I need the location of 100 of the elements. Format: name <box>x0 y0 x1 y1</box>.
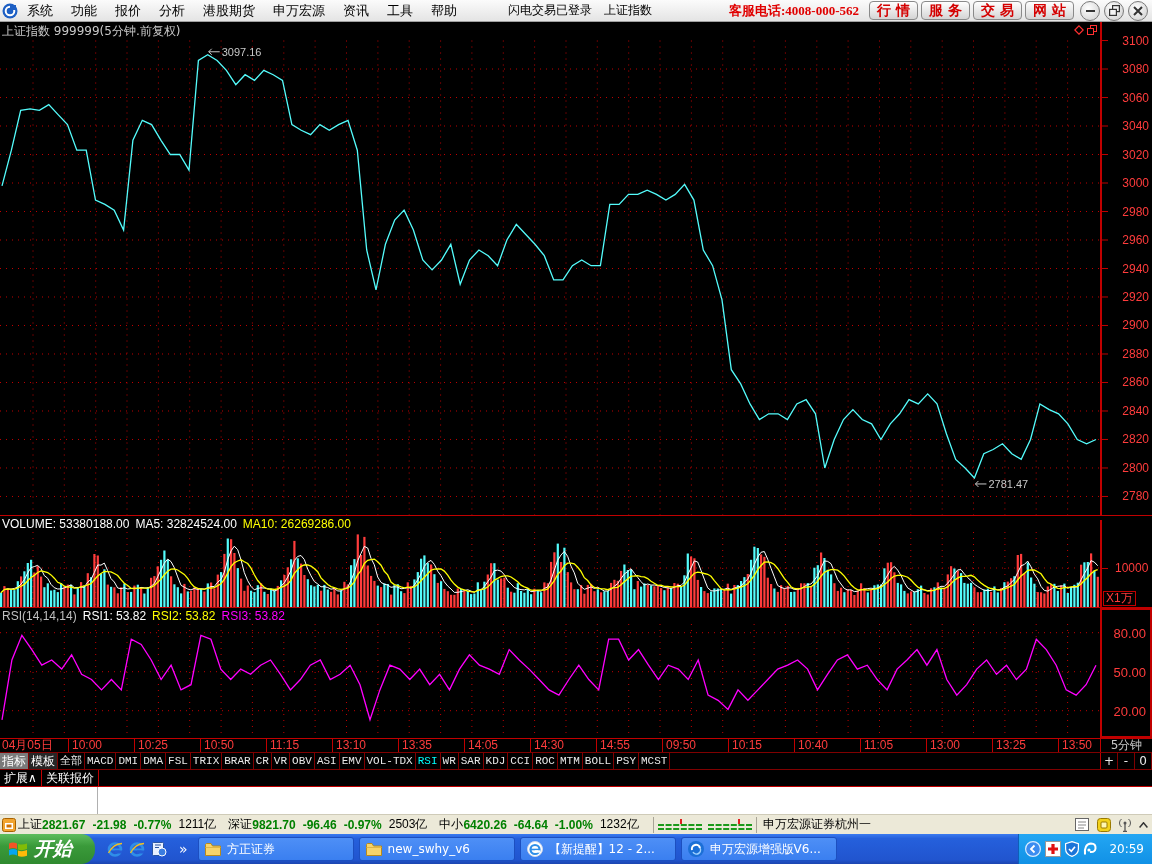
indicator-tab[interactable]: TRIX <box>190 753 223 769</box>
axis-label: 2900 <box>1122 318 1149 333</box>
mode-tab[interactable]: 模板 <box>29 753 58 769</box>
indicator-tab[interactable]: RSI <box>415 753 441 769</box>
indicator-tab[interactable]: ROC <box>533 753 558 769</box>
indicator-tab[interactable]: PSY <box>614 753 639 769</box>
time-label: 10:25 <box>138 739 169 752</box>
indicator-tab[interactable]: KDJ <box>483 753 509 769</box>
axis-label: 2800 <box>1122 461 1149 475</box>
indicator-tab[interactable]: DMA <box>141 753 167 769</box>
restore-button[interactable] <box>1104 0 1124 21</box>
indicator-tab[interactable]: ASI <box>314 753 340 769</box>
zoom-button[interactable]: 0 <box>1135 753 1152 769</box>
time-label: 14:55 <box>600 739 631 752</box>
indicator-tab[interactable]: EMV <box>339 753 365 769</box>
hotline-text: 客服电话:4008-000-562 <box>729 1 859 20</box>
task-button[interactable]: new_swhy_v6 <box>358 837 515 861</box>
axis-label: 50.00 <box>1113 664 1146 680</box>
index-percent: -0.77% <box>133 817 172 832</box>
shield-icon[interactable] <box>1065 841 1080 857</box>
index-price: 2821.67 <box>42 817 86 832</box>
axis-label: 2880 <box>1122 347 1149 361</box>
browser-icon[interactable] <box>129 841 145 857</box>
panel-tab[interactable]: 扩展∧ <box>0 770 42 786</box>
menu-item[interactable]: 港股期货 <box>194 0 264 21</box>
menu-item[interactable]: 帮助 <box>422 0 466 21</box>
indicator-tab[interactable]: CR <box>253 753 272 769</box>
indicator-tab[interactable]: BRAR <box>222 753 254 769</box>
minimize-button[interactable] <box>1080 0 1100 21</box>
task-button[interactable]: 方正证券 <box>197 837 354 861</box>
menu-item[interactable]: 工具 <box>378 0 422 21</box>
nav-button[interactable]: 服 务 <box>921 1 970 20</box>
time-label: 10:40 <box>798 739 829 752</box>
period-button[interactable]: 5分钟 <box>1100 739 1152 752</box>
index-turnover: 2503亿 <box>388 816 428 833</box>
indicator-tab[interactable]: MCST <box>639 753 671 769</box>
time-label: 04月05日 <box>2 739 53 752</box>
menu-item[interactable]: 报价 <box>106 0 150 21</box>
badge-icon[interactable] <box>1097 817 1111 832</box>
folder-icon <box>204 842 221 856</box>
time-label: 13:00 <box>930 739 961 752</box>
zoom-button[interactable]: + <box>1101 753 1118 769</box>
app-logo-icon[interactable] <box>2 2 18 19</box>
legend-text: VOLUME: 53380188.00 <box>2 517 130 531</box>
indicator-tab[interactable]: CCI <box>508 753 534 769</box>
tile-icon[interactable] <box>2 817 16 832</box>
indicator-tab[interactable]: WR <box>440 753 459 769</box>
menu-item[interactable]: 申万宏源 <box>264 0 334 21</box>
task-button[interactable]: 【新提醒】12 - 2... <box>519 837 676 861</box>
axis-label: 10000 <box>1115 561 1149 575</box>
notepad-icon[interactable] <box>1075 818 1089 831</box>
time-label: 09:50 <box>666 739 697 752</box>
indicator-tab[interactable]: DMI <box>116 753 142 769</box>
panel-tab[interactable]: 关联报价 <box>41 770 99 786</box>
menu-item[interactable]: 功能 <box>62 0 106 21</box>
caret-icon[interactable] <box>1139 821 1148 828</box>
more-button[interactable]: » <box>179 841 188 857</box>
start-button[interactable]: 开始 <box>0 834 95 864</box>
indicator-tab[interactable]: SAR <box>458 753 484 769</box>
nav-button[interactable]: 网 站 <box>1025 1 1074 20</box>
indicator-tab[interactable]: 全部 <box>58 753 85 769</box>
mode-tab[interactable]: 指标 <box>0 753 29 769</box>
browser-icon[interactable] <box>107 841 123 857</box>
time-label: 10:00 <box>72 739 103 752</box>
plus-icon[interactable] <box>1045 841 1062 857</box>
time-label: 11:15 <box>270 739 300 752</box>
axis-label: 80.00 <box>1113 625 1146 641</box>
swirl-icon[interactable] <box>1083 842 1098 856</box>
index-price: 6420.26 <box>463 817 507 832</box>
flag-icon <box>8 840 28 858</box>
document-icon[interactable] <box>151 841 167 857</box>
nav-button[interactable]: 行 情 <box>869 1 918 20</box>
axis-label: 2960 <box>1122 233 1149 247</box>
menu-item[interactable]: 分析 <box>150 0 194 21</box>
indicator-tab[interactable]: BOLL <box>582 753 615 769</box>
restore-icon[interactable] <box>1087 25 1097 35</box>
menu-item[interactable]: 系统 <box>18 0 62 21</box>
time-label: 14:30 <box>534 739 565 752</box>
nav-button[interactable]: 交 易 <box>973 1 1022 20</box>
axis-label: 20.00 <box>1113 703 1146 719</box>
index-name: 中小 <box>439 816 464 833</box>
close-button[interactable] <box>1128 0 1148 21</box>
indicator-tab[interactable]: VOL-TDX <box>364 753 416 769</box>
indicator-tab[interactable]: FSL <box>166 753 191 769</box>
indicator-tab[interactable]: MACD <box>85 753 117 769</box>
zoom-button[interactable]: - <box>1118 753 1135 769</box>
indicator-tab[interactable]: OBV <box>290 753 315 769</box>
indicator-tab[interactable]: VR <box>271 753 291 769</box>
diamond-icon[interactable] <box>1074 25 1084 35</box>
folder-icon <box>365 842 382 856</box>
axis-label: 3080 <box>1122 62 1149 76</box>
indicator-tab[interactable]: MTM <box>558 753 583 769</box>
axis-label: 2980 <box>1122 204 1149 219</box>
expand-button[interactable] <box>1025 841 1042 857</box>
axis-label: 2920 <box>1122 290 1149 304</box>
menu-item[interactable]: 资讯 <box>334 0 378 21</box>
time-label: 13:35 <box>402 739 433 752</box>
antenna-icon[interactable] <box>1119 817 1131 832</box>
index-percent: -1.00% <box>554 817 593 832</box>
index-turnover: 1211亿 <box>178 816 217 833</box>
